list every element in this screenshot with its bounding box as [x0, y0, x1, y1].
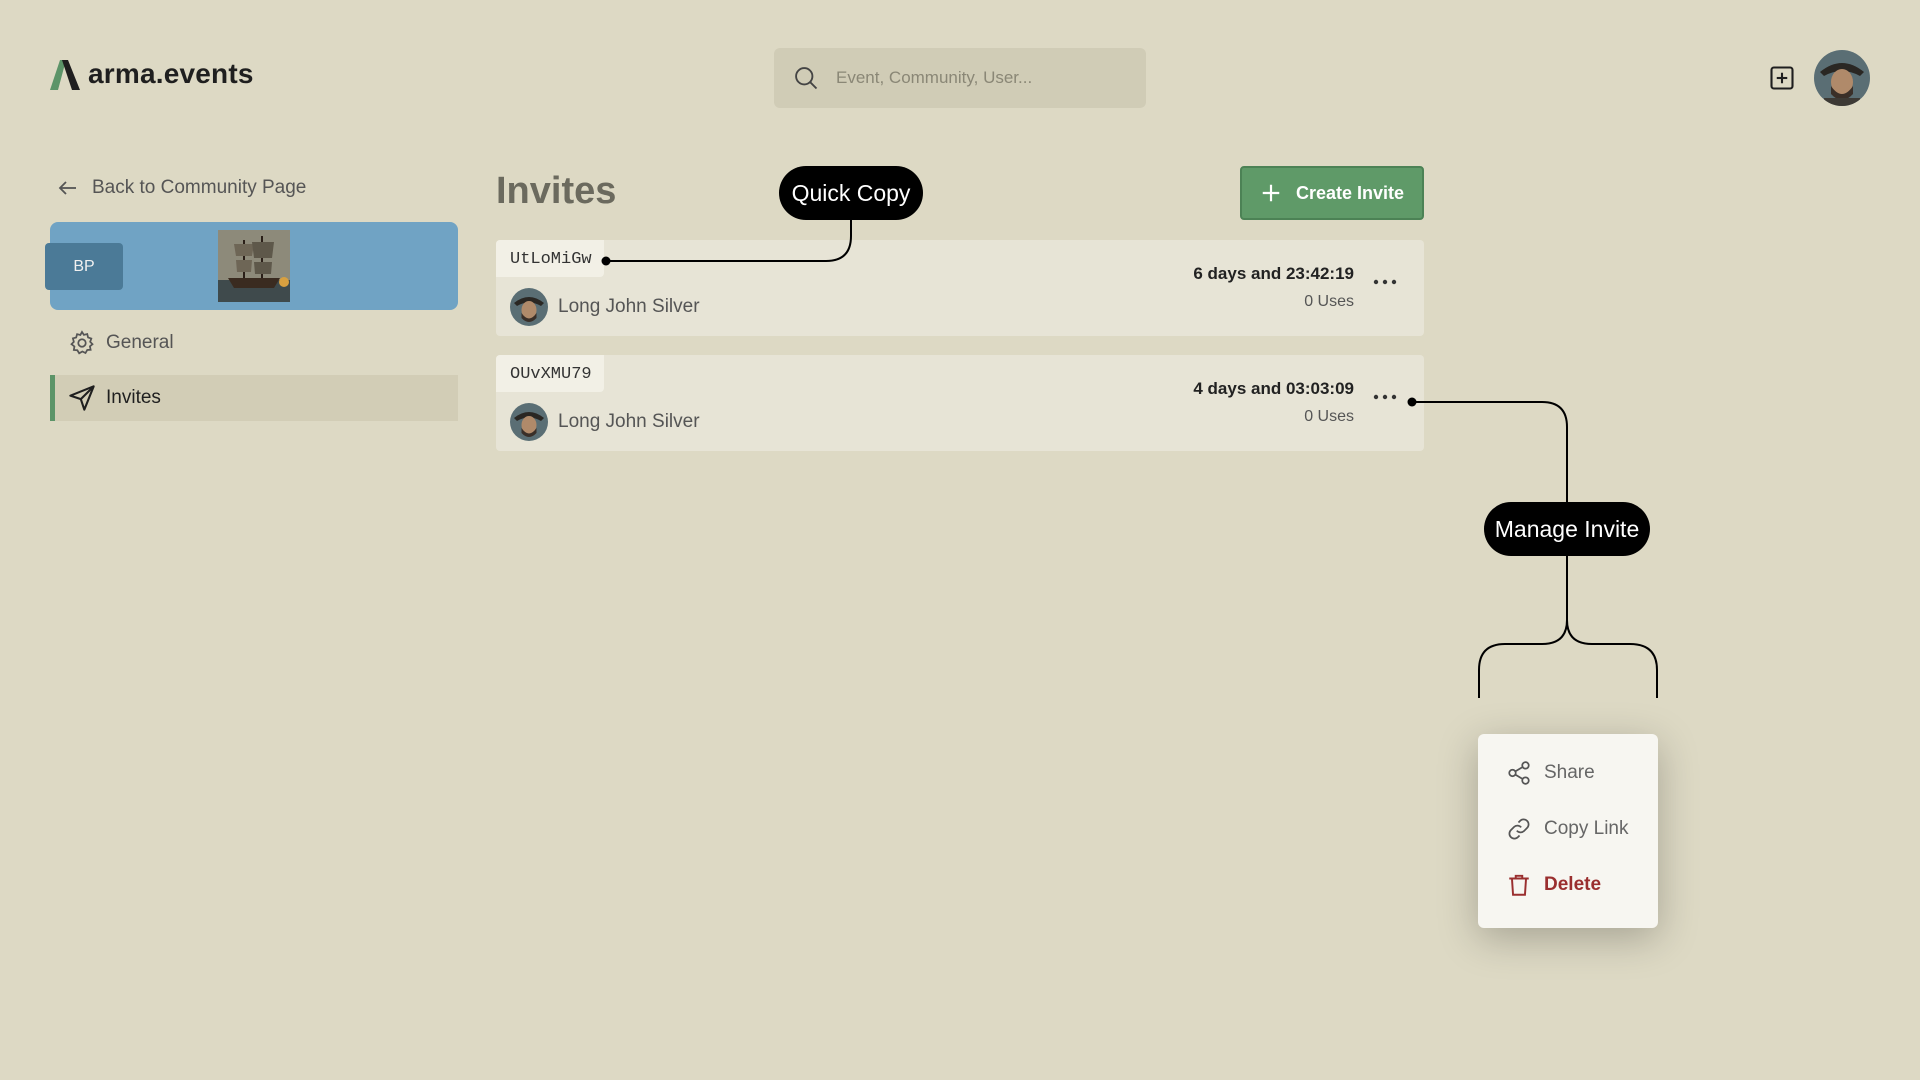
menu-item-delete[interactable]: Delete [1506, 872, 1601, 898]
menu-item-label: Share [1544, 762, 1595, 783]
menu-item-copy-link[interactable]: Copy Link [1506, 816, 1629, 842]
quick-copy-callout: Quick Copy [779, 166, 923, 220]
menu-item-share[interactable]: Share [1506, 760, 1595, 786]
invite-options-menu: Share Copy Link Delete [1478, 734, 1658, 928]
share-icon [1508, 761, 1530, 785]
manage-invite-callout: Manage Invite [1484, 502, 1650, 556]
menu-item-label: Delete [1544, 874, 1602, 895]
link-icon [1508, 818, 1530, 840]
menu-item-label: Copy Link [1544, 818, 1629, 839]
trash-icon [1509, 874, 1529, 896]
